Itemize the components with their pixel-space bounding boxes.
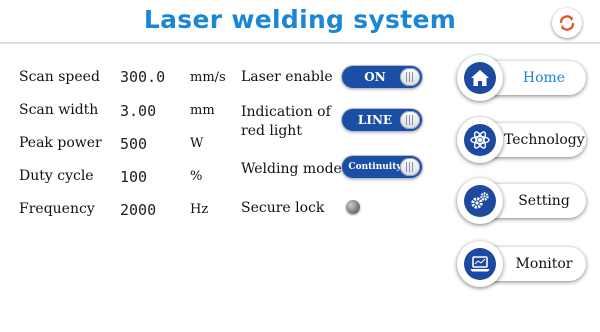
laser-enable-state: ON: [364, 70, 386, 84]
laser-enable-toggle[interactable]: ON: [342, 66, 422, 88]
nav-home-icon-badge: [457, 55, 503, 101]
nav-home-button[interactable]: Home: [457, 55, 586, 101]
nav-technology-button[interactable]: Technology: [457, 117, 586, 163]
duty-cycle-unit: %: [190, 169, 203, 184]
refresh-icon: [559, 15, 575, 31]
nav-home-label: Home: [522, 70, 566, 86]
nav-monitor-button[interactable]: Monitor: [457, 241, 586, 287]
secure-lock-label: Secure lock: [241, 200, 325, 216]
scan-width-value[interactable]: 3.00: [120, 102, 156, 120]
peak-power-value[interactable]: 500: [120, 135, 147, 153]
nav-setting-icon-badge: [457, 178, 503, 224]
toggle-knob: [400, 68, 420, 86]
peak-power-label: Peak power: [19, 135, 102, 151]
peak-power-unit: W: [190, 136, 204, 151]
nav-setting-button[interactable]: Setting: [457, 178, 586, 224]
laser-enable-label: Laser enable: [241, 69, 333, 85]
red-light-label-line1: Indication of: [241, 104, 331, 120]
header-bar: Laser welding system: [0, 0, 600, 44]
atom-icon: [470, 131, 490, 149]
red-light-label-line2: red light: [241, 123, 302, 139]
toggle-knob: [400, 111, 420, 129]
red-light-toggle[interactable]: LINE: [342, 109, 422, 131]
scan-width-label: Scan width: [19, 102, 99, 118]
refresh-button[interactable]: [552, 8, 582, 38]
nav-technology-label: Technology: [504, 132, 585, 148]
scan-speed-label: Scan speed: [19, 69, 100, 85]
scan-width-unit: mm: [190, 103, 215, 118]
welding-mode-toggle[interactable]: Continuity: [342, 156, 422, 178]
frequency-label: Frequency: [19, 201, 95, 217]
nav-monitor-label: Monitor: [515, 256, 573, 272]
page-title: Laser welding system: [143, 5, 457, 34]
laptop-icon: [470, 256, 490, 272]
duty-cycle-label: Duty cycle: [19, 168, 94, 184]
home-icon: [471, 70, 489, 86]
scan-speed-value[interactable]: 300.0: [120, 68, 165, 86]
nav-setting-label: Setting: [518, 193, 570, 209]
scan-speed-unit: mm/s: [190, 70, 226, 85]
duty-cycle-value[interactable]: 100: [120, 168, 147, 186]
nav-monitor-icon-badge: [457, 241, 503, 287]
welding-mode-label: Welding mode: [241, 161, 342, 177]
toggle-knob: [400, 158, 420, 176]
frequency-unit: Hz: [190, 202, 209, 217]
gears-icon: [471, 192, 489, 209]
secure-lock-indicator: [346, 200, 360, 214]
frequency-value[interactable]: 2000: [120, 201, 156, 219]
nav-technology-icon-badge: [457, 117, 503, 163]
welding-mode-state: Continuity: [348, 162, 402, 172]
red-light-state: LINE: [357, 113, 393, 127]
